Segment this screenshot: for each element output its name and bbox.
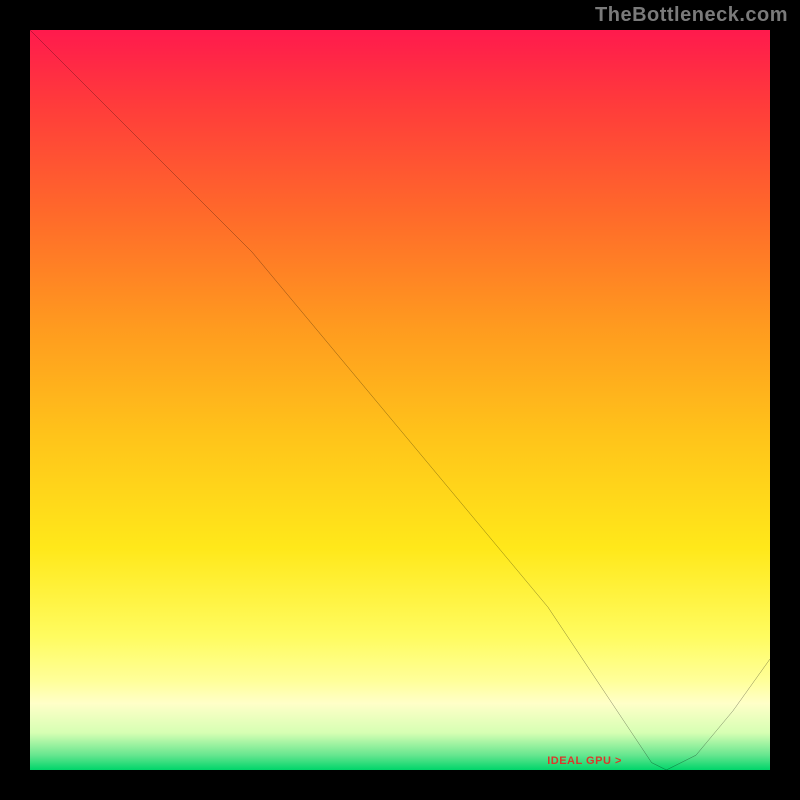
bottleneck-curve xyxy=(30,30,770,770)
chart-container: TheBottleneck.com IDEAL GPU > xyxy=(0,0,800,800)
attribution-text: TheBottleneck.com xyxy=(595,4,788,27)
plot-area: IDEAL GPU > xyxy=(30,30,770,770)
ideal-gpu-label: IDEAL GPU > xyxy=(547,755,622,767)
